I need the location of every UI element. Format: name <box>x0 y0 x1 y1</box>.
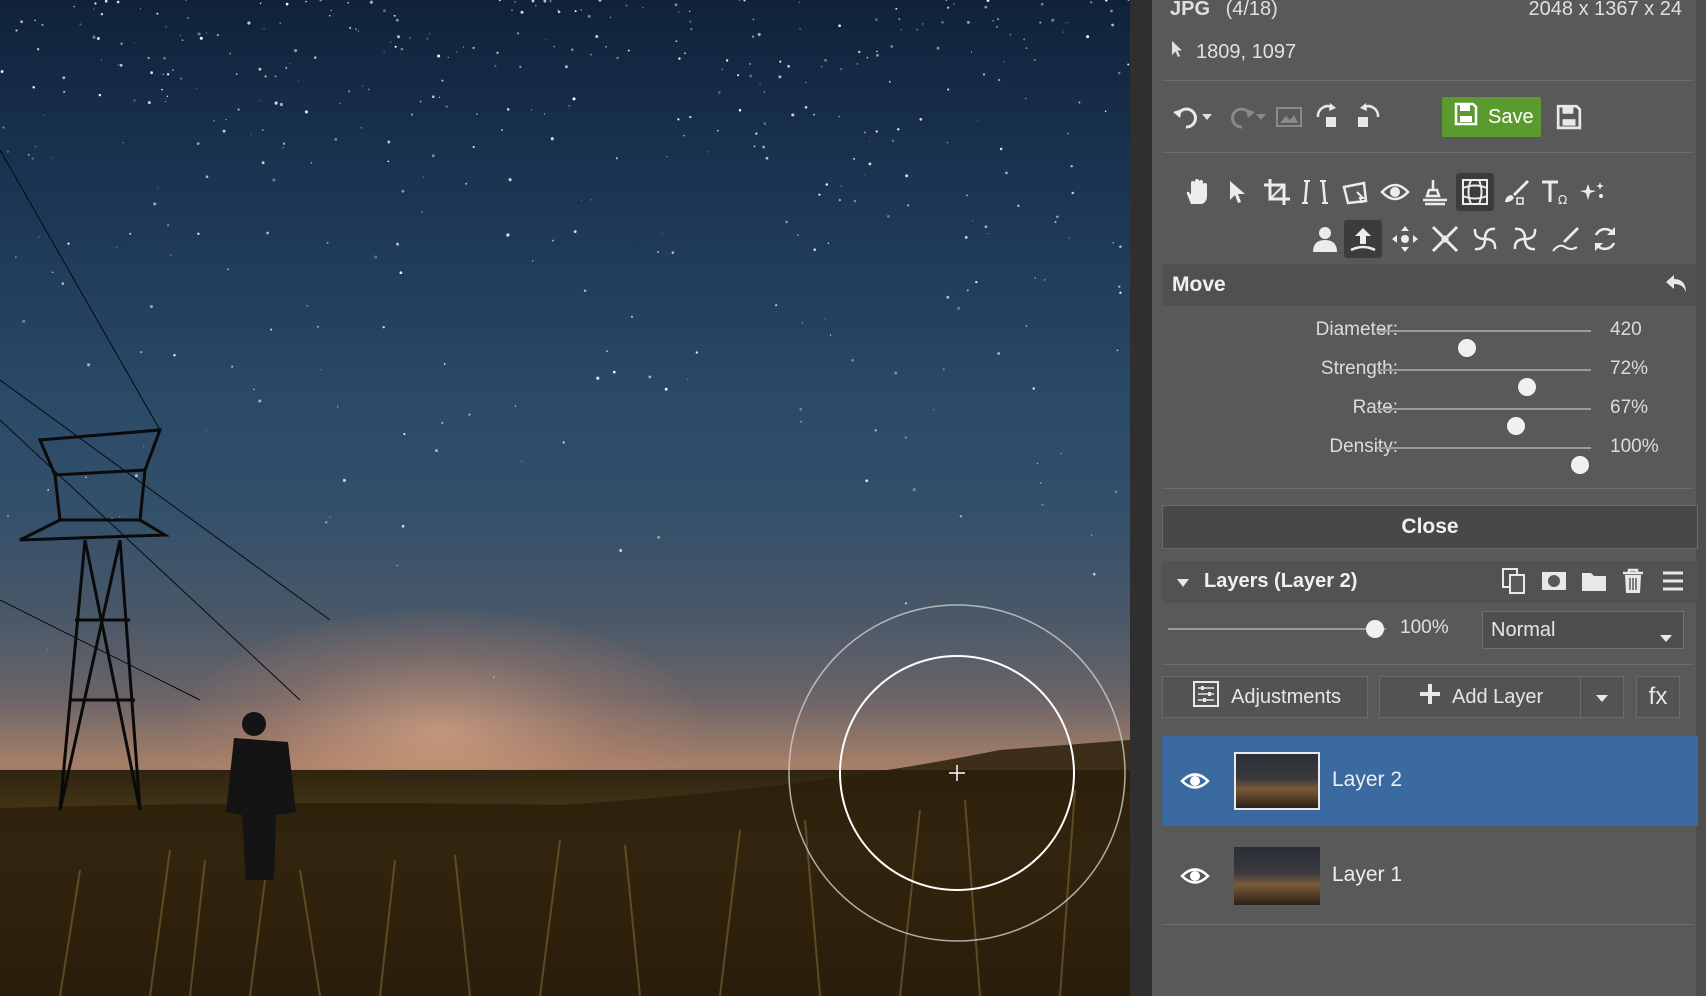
twirl-left-icon[interactable] <box>1468 222 1502 256</box>
select-tool-icon[interactable] <box>1220 175 1254 209</box>
layer-thumbnail <box>1234 752 1320 810</box>
slider-value: 100% <box>1610 436 1659 457</box>
collapse-triangle-icon[interactable] <box>1176 575 1190 593</box>
red-eye-tool-icon[interactable] <box>1378 175 1412 209</box>
right-panel: JPG (4/18) 2048 x 1367 x 24 1809, 1097 S… <box>1152 0 1706 996</box>
opacity-slider-thumb[interactable] <box>1366 620 1385 638</box>
save-icon <box>1454 102 1478 132</box>
redo-history-dropdown[interactable] <box>1252 100 1270 134</box>
delete-layer-icon[interactable] <box>1620 567 1646 600</box>
layers-header: Layers (Layer 2) <box>1162 561 1698 603</box>
layer-folder-icon[interactable] <box>1580 567 1608 600</box>
slider-track[interactable] <box>1377 408 1591 435</box>
eye-icon[interactable] <box>1180 865 1210 892</box>
layer-name: Layer 1 <box>1332 863 1403 886</box>
adjustments-button[interactable]: Adjustments <box>1162 676 1368 718</box>
plus-icon <box>1418 682 1442 712</box>
divider <box>1162 924 1694 925</box>
text-tool-icon[interactable]: Ω <box>1538 175 1572 209</box>
cursor-position: 1809, 1097 <box>1170 40 1296 64</box>
file-info: JPG (4/18) <box>1170 0 1278 21</box>
rotate-right-icon[interactable] <box>1350 100 1384 134</box>
slider-diameter: Diameter: 420 <box>1162 313 1698 357</box>
brush-tool-icon[interactable] <box>1498 175 1532 209</box>
duplicate-layer-icon[interactable] <box>1500 567 1528 600</box>
save-as-icon[interactable] <box>1552 100 1586 134</box>
slider-track[interactable] <box>1377 330 1591 357</box>
chevron-down-icon <box>1659 626 1673 649</box>
move-section-header: Move <box>1162 264 1698 306</box>
smooth-warp-icon[interactable] <box>1548 222 1582 256</box>
slider-thumb[interactable] <box>1571 456 1590 474</box>
hand-tool-icon[interactable] <box>1180 175 1214 209</box>
layer-row[interactable]: Layer 2 <box>1162 736 1698 826</box>
clone-tool-icon[interactable] <box>1418 175 1452 209</box>
straighten-tool-icon[interactable] <box>1298 175 1332 209</box>
cursor-coords: 1809, 1097 <box>1196 40 1297 63</box>
twirl-right-icon[interactable] <box>1508 222 1542 256</box>
perspective-tool-icon[interactable] <box>1338 175 1372 209</box>
opacity-value: 100% <box>1400 617 1449 638</box>
save-button[interactable]: Save <box>1442 97 1541 137</box>
image-canvas[interactable] <box>0 0 1130 996</box>
svg-text:Ω: Ω <box>1558 193 1567 206</box>
divider <box>1162 152 1694 153</box>
expand-warp-icon[interactable] <box>1388 222 1422 256</box>
slider-value: 420 <box>1610 319 1642 340</box>
layer-thumbnail <box>1234 847 1320 905</box>
adjustments-label: Adjustments <box>1231 685 1342 708</box>
effects-tool-icon[interactable] <box>1576 175 1610 209</box>
file-index: (4/18) <box>1225 0 1278 20</box>
layer-name: Layer 2 <box>1332 768 1403 791</box>
slider-track[interactable] <box>1377 447 1591 474</box>
reset-arrow-icon[interactable] <box>1664 271 1690 302</box>
blend-mode-select[interactable]: Normal <box>1482 611 1684 649</box>
slider-strength: Strength: 72% <box>1162 352 1698 396</box>
image-preview-icon[interactable] <box>1272 100 1306 134</box>
slider-track[interactable] <box>1377 369 1591 396</box>
face-warp-icon[interactable] <box>1308 222 1342 256</box>
eye-icon[interactable] <box>1180 770 1210 797</box>
add-layer-label: Add Layer <box>1452 685 1544 708</box>
close-button[interactable]: Close <box>1162 505 1698 549</box>
image-dimensions: 2048 x 1367 x 24 <box>1528 0 1682 20</box>
canvas-scrollbar[interactable] <box>1130 0 1152 996</box>
shrink-warp-icon[interactable] <box>1428 222 1462 256</box>
warp-tool-icon[interactable] <box>1456 173 1494 211</box>
layers-title: Layers (Layer 2) <box>1204 570 1358 592</box>
restore-warp-icon[interactable] <box>1588 222 1622 256</box>
slider-value: 72% <box>1610 358 1649 379</box>
save-label: Save <box>1488 105 1534 128</box>
power-pylon <box>0 149 331 811</box>
scene-overlay <box>0 149 1130 996</box>
chevron-down-icon <box>1595 686 1609 709</box>
pointer-icon <box>1170 40 1184 64</box>
divider <box>1162 488 1694 489</box>
rotate-left-icon[interactable] <box>1312 100 1346 134</box>
layer-mask-icon[interactable] <box>1540 567 1568 600</box>
undo-history-dropdown[interactable] <box>1198 100 1216 134</box>
file-format: JPG <box>1170 0 1211 20</box>
add-layer-button[interactable]: Add Layer <box>1379 676 1581 718</box>
move-section-title: Move <box>1172 273 1226 296</box>
opacity-slider-track[interactable] <box>1168 620 1386 638</box>
layer-row[interactable]: Layer 1 <box>1162 831 1698 921</box>
layers-menu-icon[interactable] <box>1660 568 1686 599</box>
crop-tool-icon[interactable] <box>1260 175 1294 209</box>
slider-value: 67% <box>1610 397 1649 418</box>
layer-effects-button[interactable]: fx <box>1636 676 1680 718</box>
divider <box>1162 80 1694 81</box>
slider-rate: Rate: 67% <box>1162 391 1698 435</box>
adjustments-icon <box>1193 681 1219 713</box>
blend-mode-value: Normal <box>1491 618 1556 641</box>
slider-density: Density: 100% <box>1162 430 1698 474</box>
move-warp-icon[interactable] <box>1344 220 1382 258</box>
add-layer-dropdown[interactable] <box>1580 676 1624 718</box>
divider <box>1162 664 1694 665</box>
